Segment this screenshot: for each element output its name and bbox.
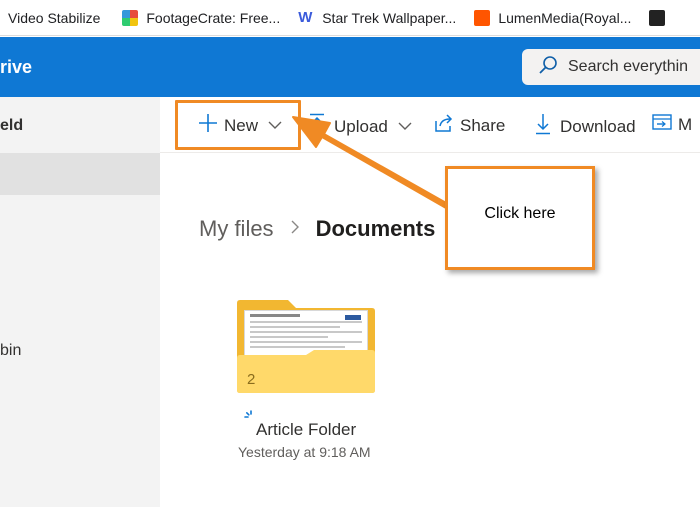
bookmark-video-stabilize[interactable]: Video Stabilize xyxy=(8,10,100,26)
folder-tile[interactable]: 2 xyxy=(236,298,376,394)
breadcrumb: My files Documents xyxy=(199,216,435,242)
upload-label: Upload xyxy=(334,117,388,136)
sidebar-user-name: eld xyxy=(0,117,24,134)
w-logo-icon: W xyxy=(298,8,313,26)
callout-text: Click here xyxy=(484,205,556,222)
bookmark-footagecrate[interactable]: FootageCrate: Free... xyxy=(122,9,281,26)
sidebar: eld bin xyxy=(0,97,160,507)
bookmark-avatar[interactable] xyxy=(649,9,673,26)
app-name[interactable]: rive xyxy=(0,57,32,78)
annotation-callout: Click here xyxy=(445,166,595,270)
folder-item-count: 2 xyxy=(247,371,256,388)
share-icon xyxy=(434,113,453,139)
upload-icon xyxy=(308,113,326,141)
folder-modified-time: Yesterday at 9:18 AM xyxy=(238,444,371,460)
chevron-down-icon xyxy=(398,120,412,134)
download-icon xyxy=(534,113,552,141)
download-button[interactable]: Download xyxy=(534,113,636,141)
bookmark-star-trek[interactable]: W Star Trek Wallpaper... xyxy=(298,8,457,26)
bookmark-label: LumenMedia(Royal... xyxy=(498,9,632,26)
breadcrumb-documents: Documents xyxy=(315,216,436,241)
breadcrumb-my-files[interactable]: My files xyxy=(199,216,274,242)
avatar-icon xyxy=(649,9,666,26)
search-input[interactable] xyxy=(568,58,700,76)
bookmarks-bar: Video Stabilize FootageCrate: Free... W … xyxy=(0,0,700,36)
move-label: M xyxy=(678,115,693,134)
bookmark-lumenmedia[interactable]: LumenMedia(Royal... xyxy=(474,9,632,26)
bookmark-label: FootageCrate: Free... xyxy=(146,9,281,26)
search-icon xyxy=(538,55,568,80)
share-label: Share xyxy=(460,116,506,135)
soundcloud-icon xyxy=(474,9,491,26)
upload-button[interactable]: Upload xyxy=(308,113,412,141)
folder-front-icon xyxy=(237,350,375,393)
sidebar-item-recycle-bin[interactable]: bin xyxy=(0,342,21,360)
move-to-button[interactable]: M xyxy=(652,113,692,137)
sidebar-item-selected[interactable] xyxy=(0,153,160,195)
search-box[interactable] xyxy=(522,49,700,85)
bookmark-label: Video Stabilize xyxy=(8,9,101,26)
footagecrate-icon xyxy=(122,9,139,26)
share-button[interactable]: Share xyxy=(434,113,505,139)
folder-name[interactable]: Article Folder xyxy=(256,420,356,440)
annotation-highlight-box xyxy=(175,100,301,150)
chevron-right-icon xyxy=(290,219,300,240)
download-label: Download xyxy=(560,117,636,136)
move-to-icon xyxy=(652,113,672,137)
app-header: rive xyxy=(0,37,700,97)
bookmark-label: Star Trek Wallpaper... xyxy=(322,9,457,26)
